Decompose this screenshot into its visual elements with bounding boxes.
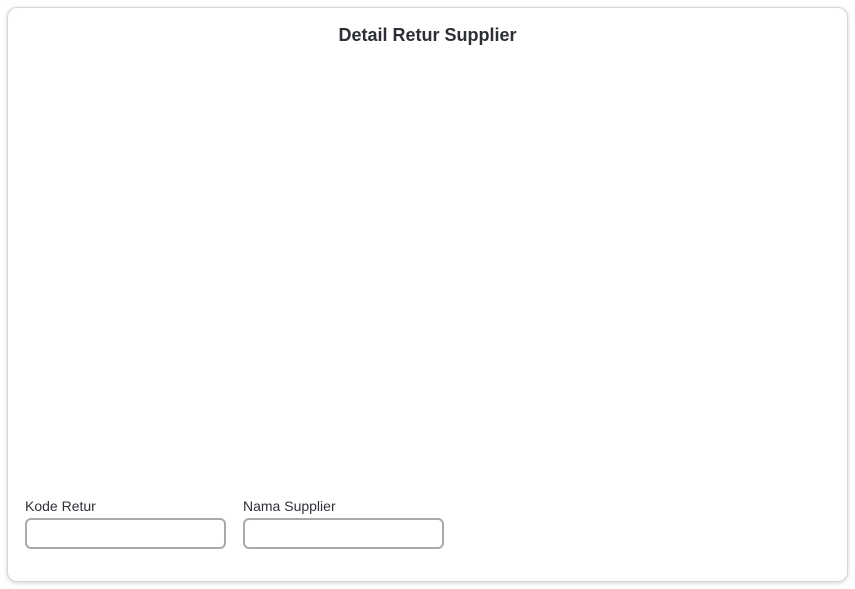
nama-supplier-input[interactable]: [243, 518, 444, 549]
nama-supplier-label: Nama Supplier: [243, 498, 336, 514]
nama-supplier-field: Nama Supplier: [243, 497, 445, 549]
kode-retur-field: Kode Retur: [25, 497, 227, 549]
detail-retur-card: Detail Retur Supplier Kode Retur Nama Su…: [7, 7, 848, 582]
kode-retur-input[interactable]: [25, 518, 226, 549]
kode-retur-label: Kode Retur: [25, 498, 96, 514]
page-title: Detail Retur Supplier: [338, 25, 517, 45]
